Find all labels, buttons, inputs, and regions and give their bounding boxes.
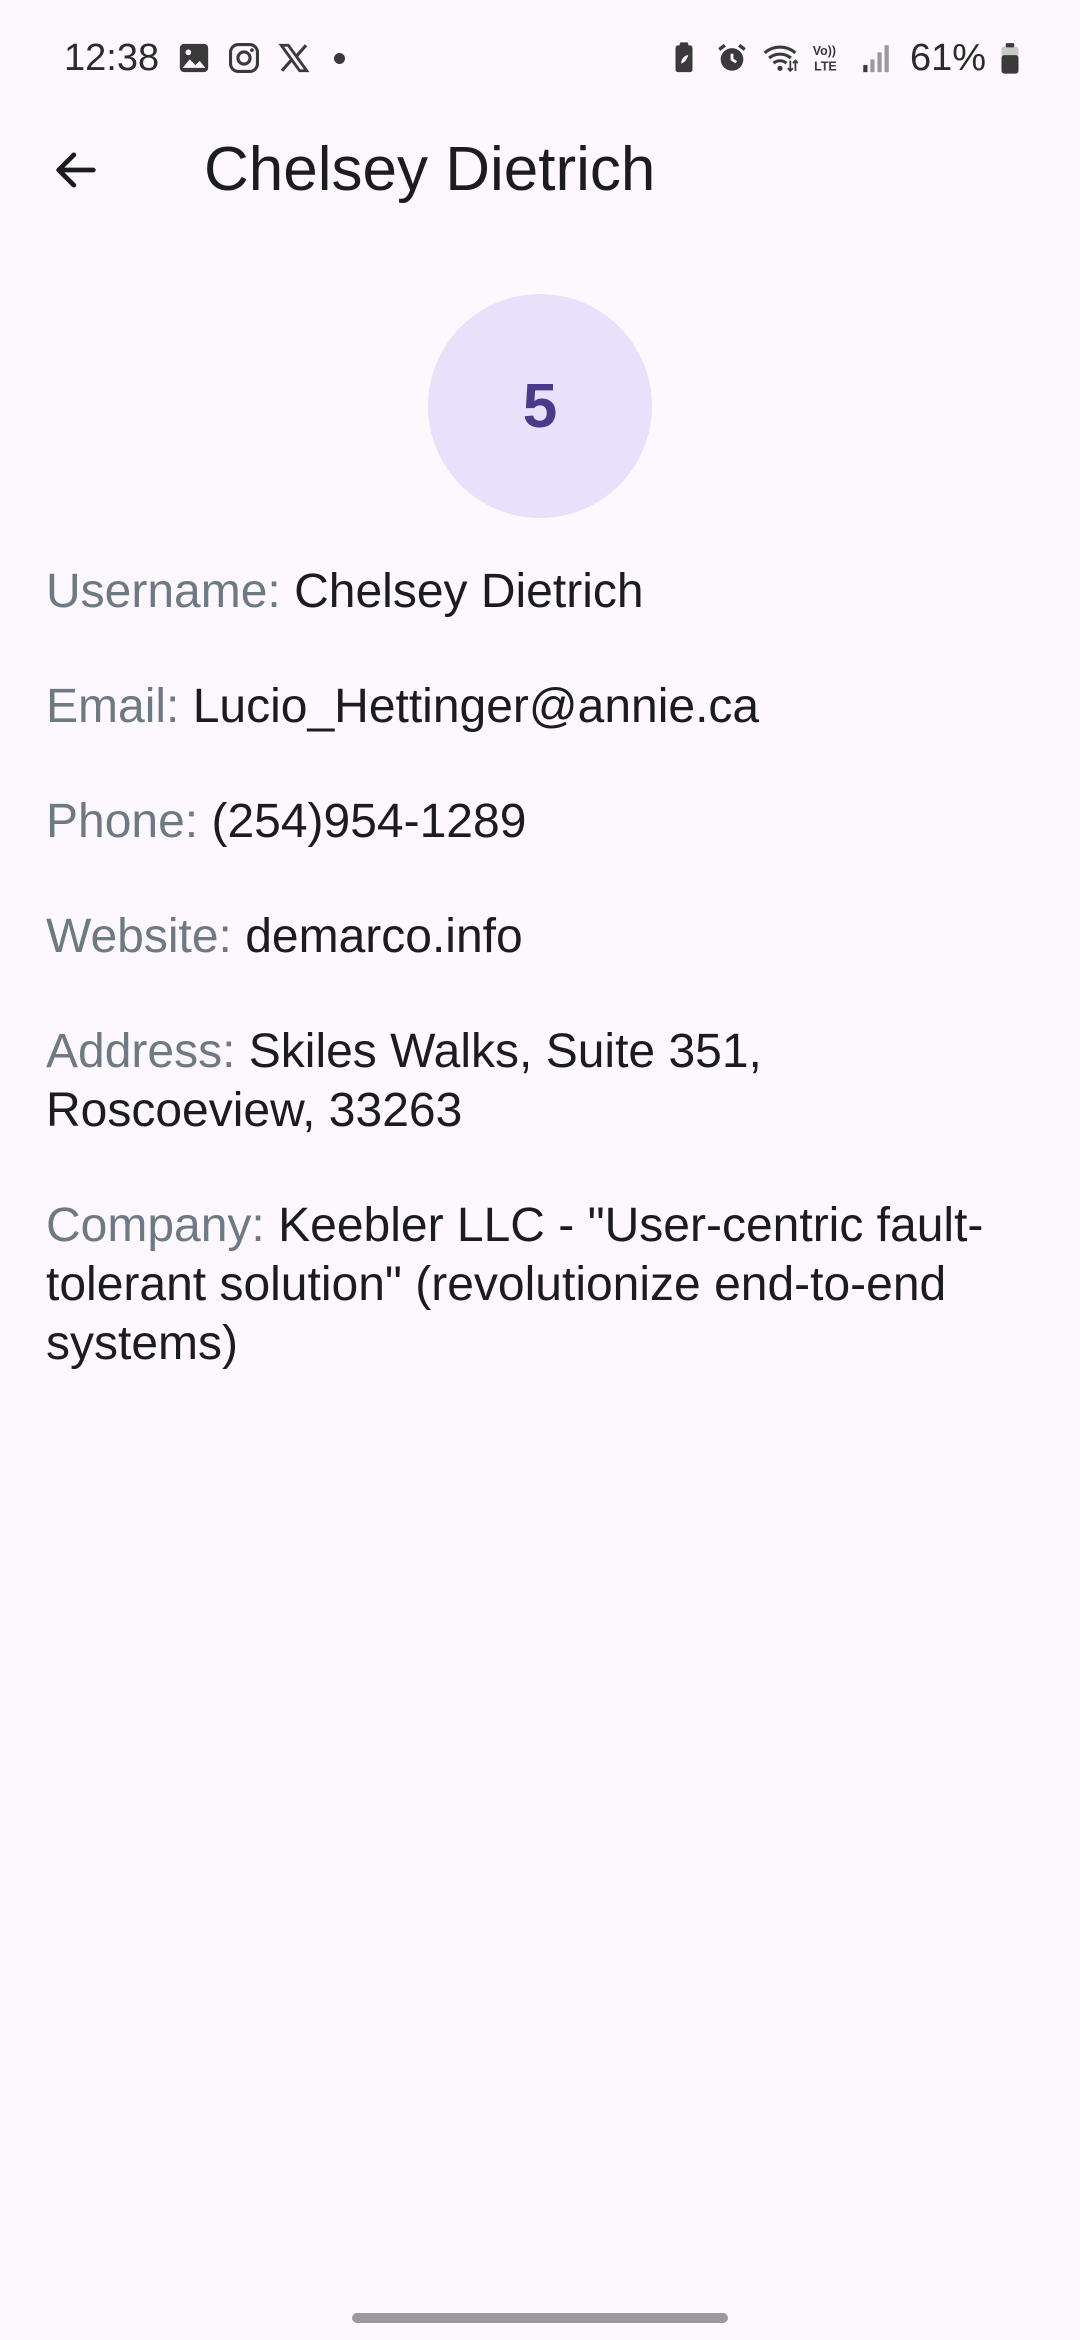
username-value: Chelsey Dietrich [294,565,644,618]
instagram-icon [226,40,262,76]
company-label: Company: [46,1199,265,1252]
battery-saver-icon [666,40,702,76]
battery-icon [998,40,1022,76]
arrow-back-icon [50,144,102,201]
status-time: 12:38 [64,37,160,79]
wifi-icon [762,40,798,76]
email-label: Email: [46,680,180,733]
volte-icon: Vo)) LTE [810,40,846,76]
system-icons: Vo)) LTE 61% [666,34,1022,82]
back-button[interactable] [36,132,116,212]
avatar: 5 [428,294,652,518]
website-row: Website: demarco.info [46,907,1036,966]
website-value: demarco.info [245,910,523,963]
x-icon [276,40,312,76]
status-bar: 12:38 Vo)) LTE 61% [0,0,1080,118]
svg-text:LTE: LTE [814,59,837,73]
svg-text:Vo)): Vo)) [813,44,836,58]
email-value: Lucio_Hettinger@annie.ca [192,680,760,733]
phone-value: (254)954-1289 [211,795,527,848]
phone-row: Phone: (254)954-1289 [46,792,1036,851]
username-row: Username: Chelsey Dietrich [46,562,1036,621]
address-label: Address: [46,1025,236,1078]
website-label: Website: [46,910,232,963]
battery-percent: 61% [909,36,986,79]
gesture-handle[interactable] [352,2313,728,2323]
more-notifications-dot [334,52,345,64]
signal-icon [858,40,894,76]
email-row: Email: Lucio_Hettinger@annie.ca [46,677,1036,736]
address-row: Address: Skiles Walks, Suite 351, Roscoe… [46,1022,1036,1140]
alarm-icon [714,40,750,76]
phone-label: Phone: [46,795,199,848]
username-label: Username: [46,565,281,618]
notification-icons [176,40,345,76]
company-row: Company: Keebler LLC - "User-centric fau… [46,1196,1036,1373]
avatar-text: 5 [522,371,558,441]
app-bar: Chelsey Dietrich [0,118,1080,222]
gallery-icon [176,40,212,76]
user-details: Username: Chelsey Dietrich Email: Lucio_… [46,562,1036,1429]
page-title: Chelsey Dietrich [204,135,656,204]
